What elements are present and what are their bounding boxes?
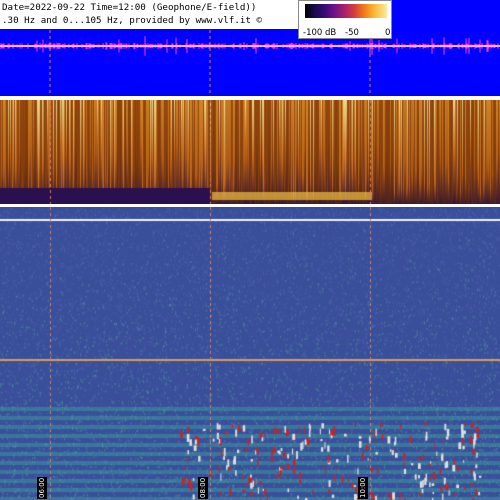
header-frequency-info: .30 Hz and 0...105 Hz, provided by www.v…	[2, 15, 262, 26]
top-spectrogram	[0, 100, 500, 204]
waveform-panel: Date=2022-09-22 Time=12:00 (Geophone/E-f…	[0, 0, 500, 96]
bottom-spectrogram	[0, 207, 500, 500]
time-label-0800: 08:00	[198, 477, 208, 499]
bottom-spectrogram-canvas	[0, 207, 500, 500]
top-spectrogram-canvas	[0, 100, 500, 204]
header-date-time: Date=2022-09-22 Time=12:00 (Geophone/E-f…	[2, 2, 257, 13]
header-box: Date=2022-09-22 Time=12:00 (Geophone/E-f…	[0, 0, 298, 29]
legend-label-max: 0	[385, 28, 391, 38]
color-scale-legend: -100 dB -50 0	[298, 0, 392, 39]
time-label-0600: 06:00	[37, 477, 47, 499]
vlf-spectrogram-viewer: Date=2022-09-22 Time=12:00 (Geophone/E-f…	[0, 0, 500, 500]
legend-label-min: -100 dB	[303, 28, 337, 38]
time-label-1000: 10:00	[358, 477, 368, 499]
legend-label-mid: -50	[345, 28, 359, 38]
color-scale-bar	[305, 4, 387, 18]
